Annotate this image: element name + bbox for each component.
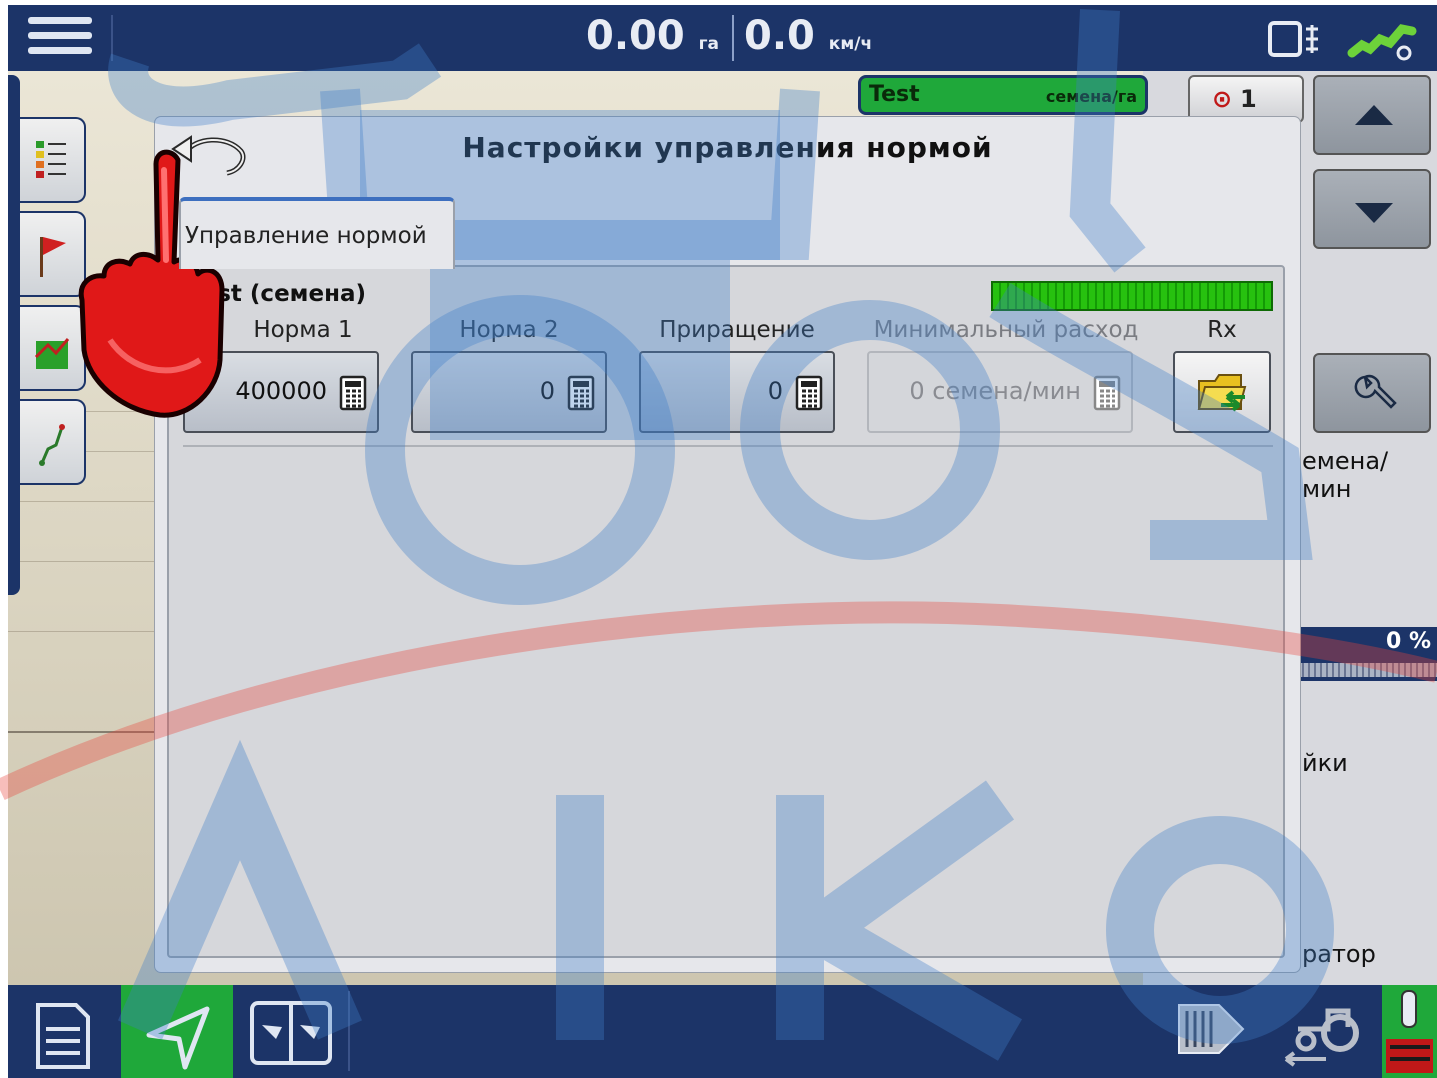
- product-name: Test (семена): [189, 281, 366, 307]
- tab-rate-control-label: Управление нормой: [185, 223, 427, 249]
- display-link-icon: [1268, 21, 1318, 57]
- split-screen-button[interactable]: [236, 985, 348, 1078]
- rx-label: Rx: [1207, 317, 1237, 343]
- calculator-icon: [339, 375, 367, 411]
- min-flow-value: 0 семена/мин: [909, 377, 1081, 405]
- document-icon: [36, 1003, 90, 1069]
- calculator-icon: [1093, 375, 1121, 411]
- product-chip[interactable]: Test семена/га: [858, 75, 1148, 115]
- rate1-label: Норма 1: [253, 317, 353, 343]
- master-switch-button[interactable]: [1382, 985, 1437, 1078]
- navigation-arrow-icon: [146, 1006, 210, 1070]
- rate2-label: Норма 2: [459, 317, 559, 343]
- increment-field[interactable]: 0: [639, 351, 835, 433]
- rate1-value: 400000: [235, 377, 327, 405]
- flag-icon: [40, 237, 66, 277]
- increment-value: 0: [767, 377, 783, 405]
- operator-text: ратор: [1302, 940, 1376, 968]
- rows-counter[interactable]: ⊙ 1: [1188, 75, 1304, 123]
- target-icon: ⊙: [1212, 85, 1233, 113]
- side-tab-flags[interactable]: [20, 211, 86, 297]
- bottom-toolbar: [8, 985, 1437, 1078]
- calculator-icon: [567, 375, 595, 411]
- guidance-line-icon: [39, 424, 65, 466]
- rate-control-settings-dialog: Настройки управления нормой Управление н…: [155, 117, 1300, 972]
- min-flow-label: Минимальный расход: [873, 317, 1139, 343]
- tab-rate-control[interactable]: Управление нормой: [179, 197, 455, 269]
- rate-control-panel: Test (семена) Норма 1 Норма 2 Приращение…: [167, 265, 1285, 958]
- progress-track: [1298, 663, 1437, 677]
- top-status-bar: 0.00 га 0.0 км/ч: [8, 5, 1437, 71]
- rate1-field[interactable]: 400000: [183, 351, 379, 433]
- area-readout: 0.00 га: [586, 13, 719, 59]
- rate2-value: 0: [539, 377, 555, 405]
- progress-bar: 0 %: [1298, 627, 1437, 681]
- vehicle-button[interactable]: [1278, 985, 1368, 1078]
- gps-signal-icon: [1347, 24, 1417, 61]
- main-menu-button[interactable]: [28, 17, 92, 61]
- progress-percent: 0 %: [1385, 629, 1431, 654]
- summary-button[interactable]: [26, 985, 126, 1078]
- rate-level-indicator: [991, 281, 1273, 311]
- rate-up-button[interactable]: [1313, 75, 1431, 155]
- split-view-icon: [250, 1001, 332, 1065]
- settings-wrench-button[interactable]: [1313, 353, 1431, 433]
- rate-down-button[interactable]: [1313, 169, 1431, 249]
- side-panel-rail: [8, 75, 20, 595]
- run-screen-button[interactable]: [121, 985, 233, 1078]
- panel-divider: [183, 445, 1273, 447]
- folder-import-icon: [1197, 374, 1247, 412]
- wrench-icon: [1354, 374, 1397, 409]
- arrow-down-icon: [1355, 203, 1393, 223]
- side-tab-legend[interactable]: [20, 117, 86, 203]
- min-flow-field: 0 семена/мин: [867, 351, 1133, 433]
- rate2-field[interactable]: 0: [411, 351, 607, 433]
- speed-unit: км/ч: [828, 34, 873, 54]
- rx-prescription-button[interactable]: [1173, 351, 1271, 433]
- map-layers-icon: [34, 338, 70, 369]
- seeder-rows-icon: [1178, 1004, 1245, 1054]
- increment-label: Приращение: [659, 317, 815, 343]
- speed-value: 0.0: [744, 13, 815, 59]
- readout-divider: [732, 15, 734, 61]
- side-tab-guidance[interactable]: [20, 399, 86, 485]
- dialog-title: Настройки управления нормой: [462, 131, 993, 164]
- speed-readout: 0.0 км/ч: [744, 13, 872, 59]
- toolbar-divider: [348, 991, 350, 1071]
- rate-unit-text: емена/мин: [1302, 447, 1389, 503]
- status-icons[interactable]: [1266, 15, 1436, 65]
- area-unit: га: [698, 34, 719, 54]
- legend-icon: [36, 141, 66, 178]
- topbar-divider: [111, 15, 113, 61]
- rows-counter-value: 1: [1240, 85, 1257, 113]
- master-switch-icon: [1386, 990, 1433, 1073]
- product-chip-unit: семена/га: [1045, 87, 1137, 106]
- implement-button[interactable]: [1173, 985, 1253, 1078]
- area-value: 0.00: [586, 13, 685, 59]
- tractor-icon: [1284, 1008, 1359, 1067]
- calculator-icon: [795, 375, 823, 411]
- arrow-up-icon: [1355, 105, 1393, 125]
- product-chip-name: Test: [869, 82, 920, 107]
- settings-text: йки: [1302, 749, 1348, 777]
- side-tab-map-layers[interactable]: [20, 305, 86, 391]
